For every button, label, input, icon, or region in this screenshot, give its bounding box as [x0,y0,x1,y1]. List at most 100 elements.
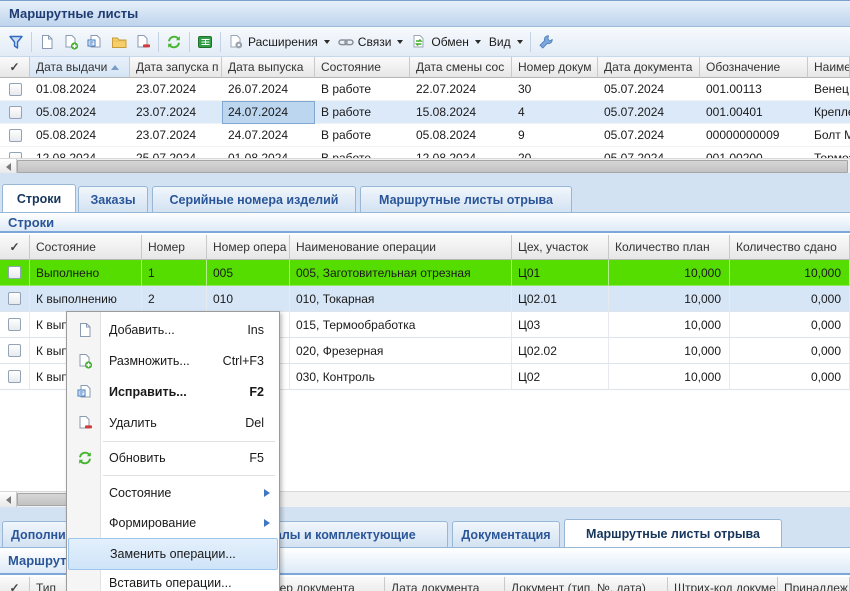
cell[interactable]: Тормоз [808,147,850,158]
cell[interactable]: 20 [512,147,598,158]
cell[interactable]: 0,000 [730,338,850,364]
cell[interactable]: Венец че [808,78,850,101]
cell[interactable]: 005, Заготовительная отрезная [290,260,512,286]
tab-3[interactable]: Документация [452,521,560,547]
cell[interactable]: 0,000 [730,364,850,390]
grid1-column-header[interactable]: Дата выдачи [30,57,130,78]
grid3-column-header[interactable]: Принадлеж [778,577,850,591]
tab-4[interactable]: Маршрутные листы отрыва [360,186,572,212]
add-button[interactable] [35,30,59,54]
cell[interactable]: 001.00200 [700,147,808,158]
cell[interactable]: 05.07.2024 [598,78,700,101]
row-checkbox[interactable] [8,370,21,383]
row-checkbox[interactable] [9,129,22,142]
cell[interactable]: 1 [142,260,207,286]
grid1-column-header[interactable]: Дата документа [598,57,700,78]
row-checkbox-cell[interactable] [0,260,30,286]
cell[interactable]: 10,000 [609,338,730,364]
cell[interactable]: Выполнено [30,260,142,286]
cell[interactable]: 05.08.2024 [30,101,130,124]
row-checkbox-cell[interactable] [0,338,30,364]
context-menu-item[interactable]: ОбновитьF5 [68,444,278,472]
table-row[interactable]: 05.08.202423.07.202424.07.2024В работе15… [0,101,850,124]
tab-1[interactable]: Строки [2,184,76,212]
row-checkbox-cell[interactable] [0,78,30,101]
grid1-column-header[interactable]: Дата запуска п [130,57,222,78]
cell[interactable]: 9 [512,124,598,147]
scrollbar-thumb[interactable] [17,160,848,173]
row-checkbox[interactable] [8,266,21,279]
grid2-column-header[interactable]: Номер опера [207,235,290,260]
cell[interactable]: 0,000 [730,312,850,338]
context-menu-item[interactable]: Размножить...Ctrl+F3 [68,345,278,376]
tab-2[interactable]: Заказы [78,186,148,212]
cell[interactable]: 05.08.2024 [410,124,512,147]
row-checkbox-cell[interactable] [0,286,30,312]
filter-button[interactable] [4,30,28,54]
row-checkbox[interactable] [8,344,21,357]
exchange-menu-button[interactable]: Обмен [407,30,485,54]
cell[interactable]: 23.07.2024 [130,78,222,101]
grid2-select-all-header[interactable]: ✓ [0,235,30,260]
context-menu-item[interactable]: Добавить...Ins [68,314,278,345]
cell[interactable]: 0,000 [730,286,850,312]
cell[interactable]: Ц02.01 [512,286,609,312]
row-checkbox[interactable] [8,318,21,331]
cell[interactable]: 05.08.2024 [30,124,130,147]
tab-4[interactable]: Маршрутные листы отрыва [564,519,782,547]
cell[interactable]: 10,000 [609,364,730,390]
cell[interactable]: 015, Термообработка [290,312,512,338]
context-menu-item[interactable]: Формирование [68,508,278,538]
grid1-select-all-header[interactable]: ✓ [0,57,30,78]
grid1-column-header[interactable]: Обозначение [700,57,808,78]
cell[interactable]: 001.00401 [700,101,808,124]
cell[interactable]: В работе [315,147,410,158]
duplicate-button[interactable] [59,30,83,54]
cell[interactable]: 30 [512,78,598,101]
context-menu-item[interactable]: Заменить операции... [68,538,278,570]
grid2-column-header[interactable]: Количество план [609,235,730,260]
grid2-column-header[interactable]: Наименование операции [290,235,512,260]
table-row[interactable]: 12.08.202425.07.202401.08.2024В работе12… [0,147,850,158]
grid2-column-header[interactable]: Цех, участок [512,235,609,260]
grid3-column-header[interactable]: Документ (тип, №, дата) [505,577,668,591]
cell[interactable]: В работе [315,78,410,101]
cell[interactable]: 23.07.2024 [130,101,222,124]
table-row[interactable]: Выполнено1005005, Заготовительная отрезн… [0,260,850,286]
context-menu-item[interactable]: Вставить операции... [68,568,278,591]
edit-button[interactable] [83,30,107,54]
cell[interactable]: 26.07.2024 [222,78,315,101]
scroll-left-button[interactable] [0,492,17,507]
grid1-column-header[interactable]: Состояние [315,57,410,78]
cell[interactable]: В работе [315,101,410,124]
cell[interactable]: 10,000 [609,286,730,312]
cell[interactable]: 01.08.2024 [30,78,130,101]
cell[interactable]: 15.08.2024 [410,101,512,124]
grid3-select-all-header[interactable]: ✓ [0,577,30,591]
row-checkbox-cell[interactable] [0,124,30,147]
row-checkbox[interactable] [8,292,21,305]
cell[interactable]: 10,000 [609,260,730,286]
cell[interactable]: В работе [315,124,410,147]
grid3-column-header[interactable]: Штрих-код докуме [668,577,778,591]
cell[interactable]: 05.07.2024 [598,101,700,124]
cell[interactable]: Ц03 [512,312,609,338]
row-checkbox-cell[interactable] [0,147,30,158]
grid2-column-header[interactable]: Состояние [30,235,142,260]
export-excel-button[interactable] [193,30,217,54]
cell[interactable]: 4 [512,101,598,124]
cell[interactable]: 010 [207,286,290,312]
grid3-column-header[interactable]: Дата документа [385,577,505,591]
cell[interactable]: 24.07.2024 [222,124,315,147]
cell[interactable]: Креплен [808,101,850,124]
cell[interactable]: Болт М1 [808,124,850,147]
table-row[interactable]: К выполнению2010010, ТокарнаяЦ02.0110,00… [0,286,850,312]
tab-3[interactable]: Серийные номера изделий [152,186,356,212]
context-menu-item[interactable]: Исправить...F2 [68,376,278,407]
cell[interactable]: 10,000 [609,312,730,338]
cell[interactable]: 005 [207,260,290,286]
cell[interactable]: Ц02 [512,364,609,390]
context-menu-item[interactable]: УдалитьDel [68,407,278,438]
table-row[interactable]: 05.08.202423.07.202424.07.2024В работе05… [0,124,850,147]
row-checkbox-cell[interactable] [0,364,30,390]
